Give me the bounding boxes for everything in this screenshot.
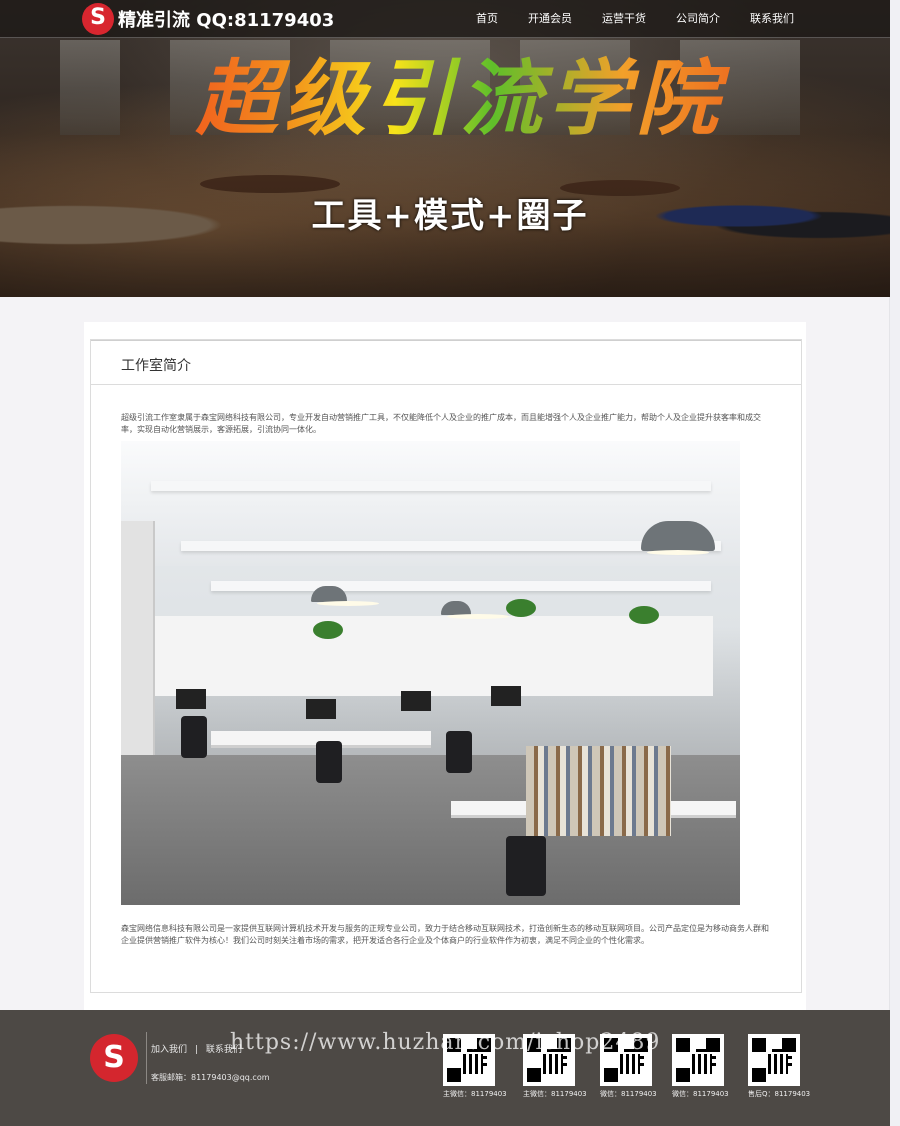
hanging-plant: [506, 599, 536, 617]
hero-banner: 超级引流学院 工具+模式+圈子: [0, 0, 890, 297]
nav-about[interactable]: 公司简介: [676, 10, 720, 26]
hero-title: 超级引流学院: [135, 32, 785, 151]
intro-paragraph: 超级引流工作室隶属于森宝网络科技有限公司，专业开发自动营销推广工具，不仅能降低个…: [121, 413, 761, 434]
monitor: [306, 699, 336, 719]
qr-caption: 微信：81179403: [672, 1090, 729, 1098]
company-description: 森宝网络信息科技有限公司是一家提供互联网计算机技术开发与服务的正规专业公司，致力…: [121, 924, 769, 945]
office-photo: [121, 441, 740, 905]
pendant-lamp: [311, 586, 379, 606]
qr-code-icon: [748, 1034, 800, 1086]
bookshelf: [526, 746, 671, 836]
nav-operations[interactable]: 运营干货: [602, 10, 646, 26]
office-chair: [506, 836, 546, 896]
ceiling-beam: [181, 541, 721, 551]
top-navigation-bar: 精准引流 QQ:81179403 首页 开通会员 运营干货 公司简介 联系我们: [0, 0, 890, 38]
watermark-url: https://www.huzhan.com/ishop2489: [230, 1030, 661, 1055]
office-chair: [181, 716, 207, 758]
qr-block: 售后Q：81179403: [748, 1034, 811, 1099]
pendant-lamp: [641, 521, 715, 555]
monitor: [491, 686, 521, 706]
footer-link-join[interactable]: 加入我们: [151, 1045, 187, 1055]
section-title: 工作室简介: [121, 358, 191, 374]
qr-block: 微信：81179403: [672, 1034, 729, 1099]
back-wall: [153, 616, 713, 696]
nav-home[interactable]: 首页: [476, 10, 498, 26]
panel-header: 工作室简介: [91, 340, 801, 385]
ceiling-beam: [211, 581, 711, 591]
qr-caption: 微信：81179403: [600, 1090, 657, 1098]
monitor: [176, 689, 206, 709]
main-content: 工作室简介 超级引流工作室隶属于森宝网络科技有限公司，专业开发自动营销推广工具，…: [84, 322, 806, 1010]
pendant-lamp: [441, 601, 509, 619]
hanging-plant: [313, 621, 343, 639]
qr-code-icon: [672, 1034, 724, 1086]
footer-logo-icon: [90, 1034, 138, 1082]
footer: 加入我们 | 联系我们 客服邮箱：81179403@qq.com 主微信：811…: [0, 1010, 890, 1126]
scrollbar-track[interactable]: [889, 0, 900, 1126]
brand-logo-icon[interactable]: [82, 3, 114, 35]
nav-membership[interactable]: 开通会员: [528, 10, 572, 26]
main-nav: 首页 开通会员 运营干货 公司简介 联系我们: [446, 10, 794, 26]
office-chair: [316, 741, 342, 783]
nav-contact[interactable]: 联系我们: [750, 10, 794, 26]
studio-intro-panel: 工作室简介 超级引流工作室隶属于森宝网络科技有限公司，专业开发自动营销推广工具，…: [90, 339, 802, 993]
ceiling-beam: [151, 481, 711, 491]
footer-email: 客服邮箱：81179403@qq.com: [151, 1073, 270, 1082]
qr-caption: 主微信：81179403: [523, 1090, 587, 1098]
footer-link-separator: |: [194, 1045, 198, 1055]
hanging-plant: [629, 606, 659, 624]
qr-caption: 主微信：81179403: [443, 1090, 507, 1098]
office-chair: [446, 731, 472, 773]
monitor: [401, 691, 431, 711]
hero-subtitle: 工具+模式+圈子: [311, 196, 589, 236]
footer-divider: [146, 1032, 147, 1084]
brand-name[interactable]: 精准引流 QQ:81179403: [118, 6, 334, 32]
qr-caption: 售后Q：81179403: [748, 1090, 811, 1098]
